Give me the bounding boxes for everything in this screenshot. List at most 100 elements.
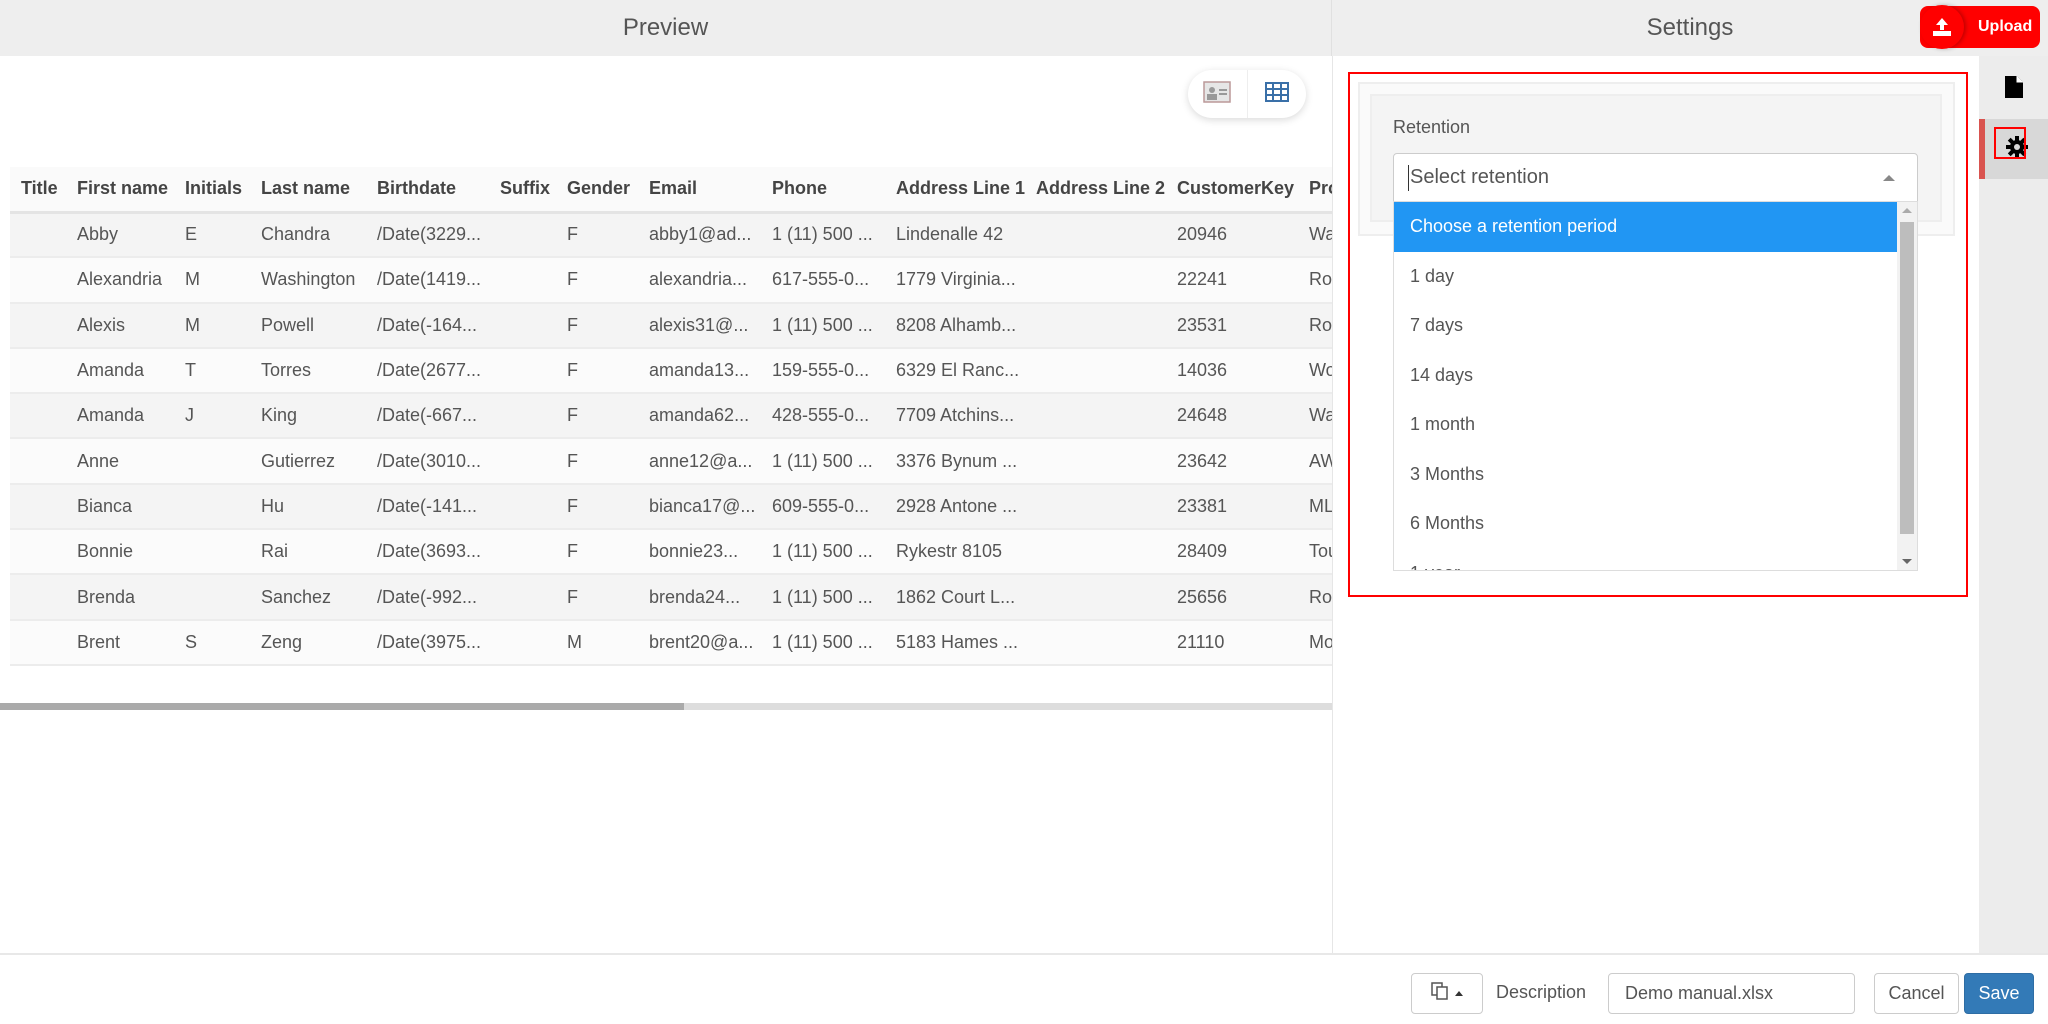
table-cell: M bbox=[174, 257, 250, 304]
table-row[interactable]: Brent S Zeng/Date(3975... Mbrent20@a... 1 (1… bbox=[10, 619, 1332, 666]
column-header[interactable]: Email bbox=[638, 167, 761, 214]
table-cell: Ro bbox=[1298, 257, 1332, 304]
copy-icon bbox=[1431, 982, 1449, 1005]
table-cell: Hu bbox=[250, 483, 366, 531]
table-cell: Bonnie bbox=[66, 529, 174, 576]
table-row[interactable]: Alexandria M Washington/Date(1419... Falexa… bbox=[10, 257, 1332, 304]
column-header[interactable]: Address Line 1 bbox=[885, 167, 1025, 214]
description-input[interactable] bbox=[1608, 973, 1855, 1014]
column-header[interactable]: Pro bbox=[1298, 167, 1332, 214]
table-cell bbox=[489, 302, 556, 349]
table-cell bbox=[10, 393, 66, 440]
table-cell: 1 (11) 500 ... bbox=[761, 438, 885, 485]
table-cell bbox=[489, 393, 556, 440]
table-cell bbox=[174, 574, 250, 621]
table-cell: Amanda bbox=[66, 347, 174, 395]
table-cell bbox=[489, 212, 556, 259]
table-cell bbox=[10, 529, 66, 576]
table-row[interactable]: Amanda J King/Date(-667... Famanda62... 428-… bbox=[10, 393, 1332, 440]
column-header[interactable]: Initials bbox=[174, 167, 250, 214]
table-cell bbox=[489, 483, 556, 531]
table-cell: Alexis bbox=[66, 302, 174, 349]
column-header[interactable]: Address Line 2 bbox=[1025, 167, 1166, 214]
table-cell: Sanchez bbox=[250, 574, 366, 621]
table-row[interactable]: Alexis M Powell/Date(-164... Falexis31@... 1… bbox=[10, 302, 1332, 349]
table-cell: AW bbox=[1298, 438, 1332, 485]
column-header[interactable]: CustomerKey bbox=[1166, 167, 1298, 214]
table-row[interactable]: Amanda T Torres/Date(2677... Famanda13... 15… bbox=[10, 347, 1332, 395]
table-row[interactable]: Bonnie Rai/Date(3693... Fbonnie23... 1 (11)… bbox=[10, 529, 1332, 576]
table-cell: Rai bbox=[250, 529, 366, 576]
table-cell: /Date(-992... bbox=[366, 574, 489, 621]
column-header[interactable]: Suffix bbox=[489, 167, 556, 214]
table-cell: brenda24... bbox=[638, 574, 761, 621]
table-cell: Wa bbox=[1298, 212, 1332, 259]
table-cell: 1 (11) 500 ... bbox=[761, 574, 885, 621]
table-cell: Powell bbox=[250, 302, 366, 349]
data-table: Title First name Initials Last name Birthdat… bbox=[10, 167, 1332, 666]
scrollbar-thumb[interactable] bbox=[0, 703, 684, 710]
table-header-row: Title First name Initials Last name Birthdat… bbox=[10, 167, 1332, 214]
table-cell: Bianca bbox=[66, 483, 174, 531]
table-cell: M bbox=[174, 302, 250, 349]
table-cell bbox=[1025, 483, 1166, 531]
column-header[interactable]: First name bbox=[66, 167, 174, 214]
description-label: Description bbox=[1496, 982, 1587, 1002]
table-row[interactable]: Abby E Chandra/Date(3229... Fabby1@ad... 1 (… bbox=[10, 212, 1332, 259]
column-header[interactable]: Last name bbox=[250, 167, 366, 214]
table-row[interactable]: Brenda Sanchez/Date(-992... Fbrenda24... 1 … bbox=[10, 574, 1332, 621]
table-cell: 609-555-0... bbox=[761, 483, 885, 531]
table-cell: Lindenalle 42 bbox=[885, 212, 1025, 259]
table-cell bbox=[10, 212, 66, 259]
table-cell bbox=[1025, 393, 1166, 440]
save-button[interactable]: Save bbox=[1964, 973, 2034, 1014]
id-card-icon bbox=[1203, 80, 1231, 108]
column-header[interactable]: Gender bbox=[556, 167, 638, 214]
table-cell: /Date(-164... bbox=[366, 302, 489, 349]
table-cell bbox=[1025, 347, 1166, 395]
column-header[interactable]: Birthdate bbox=[366, 167, 489, 214]
cancel-button[interactable]: Cancel bbox=[1874, 973, 1959, 1014]
table-cell: /Date(1419... bbox=[366, 257, 489, 304]
table-cell bbox=[10, 619, 66, 666]
table-cell bbox=[1025, 212, 1166, 259]
table-cell: 22241 bbox=[1166, 257, 1298, 304]
table-cell: Rykestr 8105 bbox=[885, 529, 1025, 576]
gear-highlight-box bbox=[1994, 127, 2026, 159]
table-cell bbox=[1025, 619, 1166, 666]
table-cell bbox=[10, 483, 66, 531]
table-row[interactable]: Anne Gutierrez/Date(3010... Fanne12@a... 1 … bbox=[10, 438, 1332, 485]
table-cell: 1 (11) 500 ... bbox=[761, 212, 885, 259]
table-cell bbox=[10, 438, 66, 485]
table-cell: F bbox=[556, 393, 638, 440]
copy-menu-button[interactable] bbox=[1411, 973, 1483, 1014]
preview-header: Preview bbox=[0, 0, 1332, 56]
sidebar-file-button[interactable] bbox=[1979, 59, 2048, 119]
table-icon bbox=[1264, 81, 1289, 107]
table-cell: Gutierrez bbox=[250, 438, 366, 485]
table-cell: /Date(3010... bbox=[366, 438, 489, 485]
table-cell bbox=[10, 574, 66, 621]
table-cell: Brenda bbox=[66, 574, 174, 621]
file-icon bbox=[2004, 75, 2024, 104]
table-cell: Alexandria bbox=[66, 257, 174, 304]
table-cell: bianca17@... bbox=[638, 483, 761, 531]
table-cell: 1779 Virginia... bbox=[885, 257, 1025, 304]
card-view-button[interactable] bbox=[1188, 70, 1248, 118]
table-cell bbox=[1025, 529, 1166, 576]
table-cell: abby1@ad... bbox=[638, 212, 761, 259]
table-cell: F bbox=[556, 347, 638, 395]
horizontal-scrollbar[interactable] bbox=[0, 703, 1332, 710]
table-cell: Zeng bbox=[250, 619, 366, 666]
table-row[interactable]: Bianca Hu/Date(-141... Fbianca17@... 609-55… bbox=[10, 483, 1332, 531]
table-cell: Abby bbox=[66, 212, 174, 259]
table-cell: F bbox=[556, 529, 638, 576]
upload-button[interactable]: Upload bbox=[1920, 5, 2040, 49]
column-header[interactable]: Title bbox=[10, 167, 66, 214]
column-header[interactable]: Phone bbox=[761, 167, 885, 214]
table-cell: /Date(3693... bbox=[366, 529, 489, 576]
table-view-button[interactable] bbox=[1248, 70, 1307, 118]
table-cell: F bbox=[556, 483, 638, 531]
table-cell bbox=[489, 574, 556, 621]
table-cell: Brent bbox=[66, 619, 174, 666]
